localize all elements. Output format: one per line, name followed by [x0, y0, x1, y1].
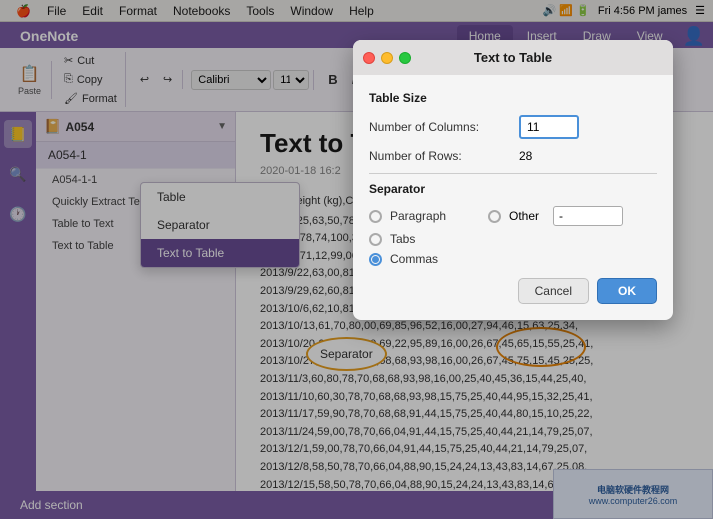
radio-row-3: Commas — [369, 252, 657, 266]
radio-tabs[interactable] — [369, 233, 382, 246]
modal-body: Table Size Number of Columns: Number of … — [353, 75, 673, 320]
modal-titlebar: Text to Table — [353, 40, 673, 75]
columns-input[interactable] — [519, 115, 579, 139]
columns-label: Number of Columns: — [369, 120, 519, 134]
separator-radio-group: Paragraph Other Tabs Commas — [369, 206, 657, 266]
table-size-title: Table Size — [369, 91, 657, 105]
radio-commas-label: Commas — [390, 252, 480, 266]
radio-tabs-label: Tabs — [390, 232, 480, 246]
close-button[interactable] — [363, 52, 375, 64]
minimize-button[interactable] — [381, 52, 393, 64]
modal-buttons: Cancel OK — [369, 278, 657, 304]
rows-label: Number of Rows: — [369, 149, 519, 163]
traffic-lights — [363, 52, 411, 64]
radio-commas[interactable] — [369, 253, 382, 266]
rows-value: 28 — [519, 149, 532, 163]
columns-row: Number of Columns: — [369, 115, 657, 139]
rows-row: Number of Rows: 28 — [369, 149, 657, 163]
modal-overlay: Text to Table Table Size Number of Colum… — [0, 0, 713, 519]
radio-other-label: Other — [509, 209, 539, 223]
radio-paragraph-label: Paragraph — [390, 209, 480, 223]
separator-line — [369, 173, 657, 174]
cancel-button[interactable]: Cancel — [518, 278, 589, 304]
other-input[interactable] — [553, 206, 623, 226]
modal-title: Text to Table — [474, 50, 552, 65]
ok-button[interactable]: OK — [597, 278, 657, 304]
radio-paragraph[interactable] — [369, 210, 382, 223]
text-to-table-dialog: Text to Table Table Size Number of Colum… — [353, 40, 673, 320]
radio-row-1: Paragraph Other — [369, 206, 657, 226]
radio-row-2: Tabs — [369, 232, 657, 246]
radio-other[interactable] — [488, 210, 501, 223]
maximize-button[interactable] — [399, 52, 411, 64]
separator-section-title: Separator — [369, 182, 657, 196]
